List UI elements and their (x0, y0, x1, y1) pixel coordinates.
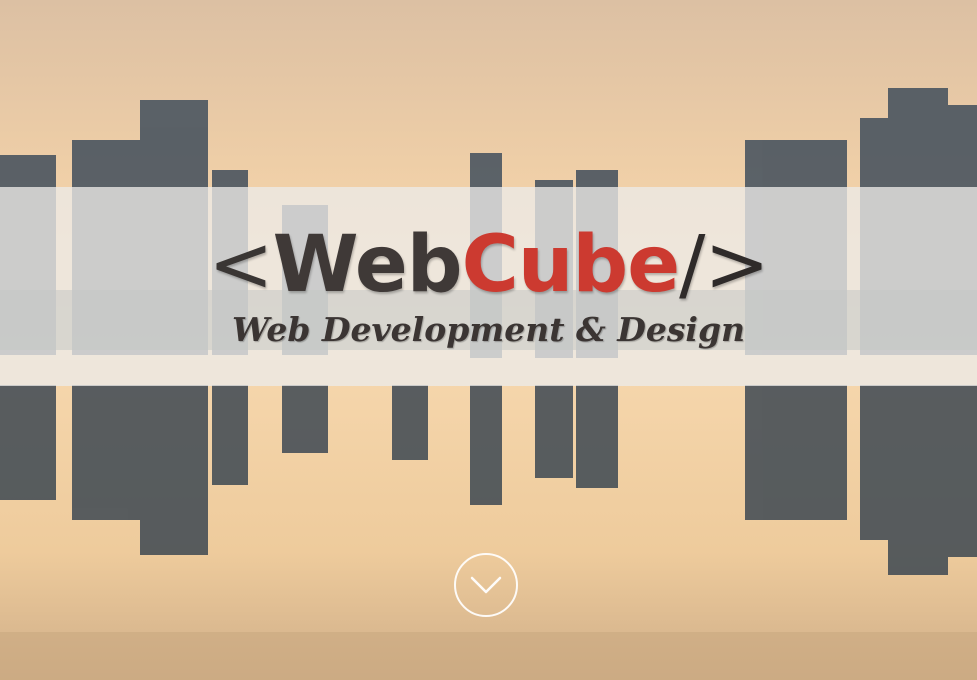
logo-word-cube: Cube (461, 220, 681, 310)
scroll-down-button[interactable] (454, 553, 518, 617)
tagline: Web Development & Design (231, 310, 746, 349)
brand-logo: <WebCube/> (0, 225, 977, 305)
logo-close-tag: /> (679, 220, 770, 310)
logo-word-web: Web (272, 220, 463, 310)
chevron-down-icon (470, 576, 502, 594)
logo-open-bracket: < (208, 220, 273, 310)
